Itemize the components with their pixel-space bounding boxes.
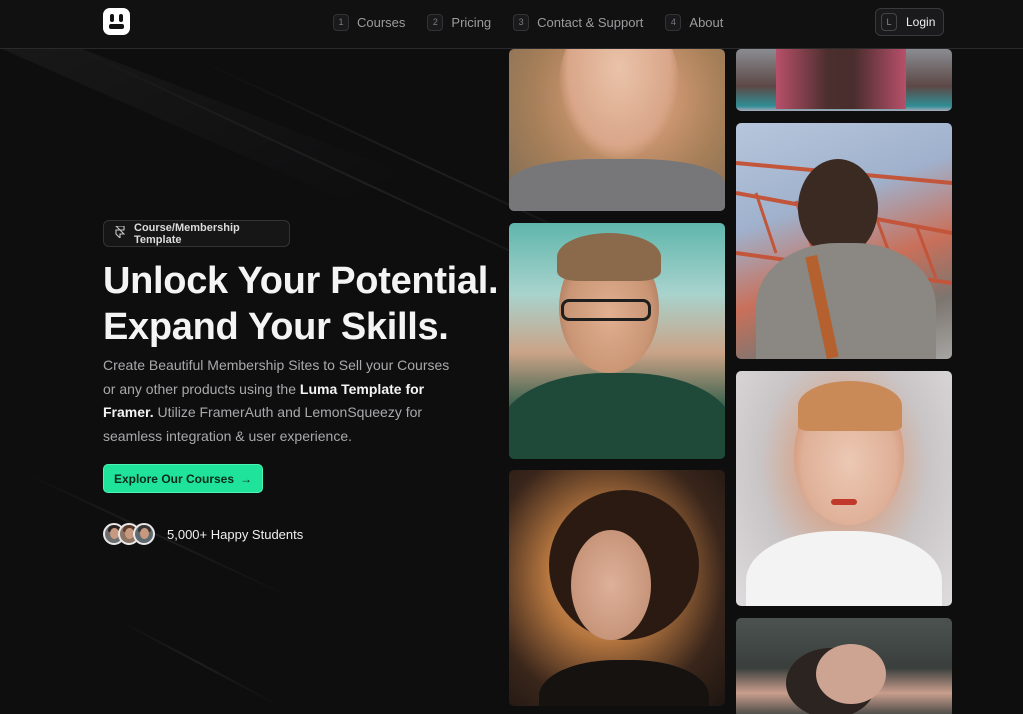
photo-man-on-bridge bbox=[736, 123, 952, 359]
hero-description: Create Beautiful Membership Sites to Sel… bbox=[103, 354, 463, 448]
students-count-label: 5,000+ Happy Students bbox=[167, 526, 304, 542]
avatar bbox=[133, 523, 155, 545]
login-label: Login bbox=[906, 15, 936, 29]
top-navbar: 1 Courses 2 Pricing 3 Contact & Support … bbox=[0, 0, 1023, 49]
login-button[interactable]: L Login bbox=[875, 8, 944, 36]
nav-item-about[interactable]: 4 About bbox=[665, 12, 723, 32]
nav-label: Courses bbox=[357, 14, 406, 30]
photo-person-cropped bbox=[736, 49, 952, 111]
nav-number: 2 bbox=[427, 13, 444, 31]
template-badge: Course/Membership Template bbox=[103, 220, 290, 247]
logo-icon[interactable] bbox=[103, 8, 130, 35]
badge-label: Course/Membership Template bbox=[134, 221, 240, 246]
nav-number: 4 bbox=[665, 13, 682, 31]
nav-label: Contact & Support bbox=[537, 14, 644, 30]
hero-title: Unlock Your Potential. Expand Your Skill… bbox=[103, 258, 523, 350]
photo-redhead-woman bbox=[736, 371, 952, 606]
nav-item-courses[interactable]: 1 Courses bbox=[333, 12, 405, 32]
explore-courses-button[interactable]: Explore Our Courses → bbox=[103, 464, 263, 493]
main-menu: 1 Courses 2 Pricing 3 Contact & Support … bbox=[333, 12, 723, 32]
login-shortcut-key: L bbox=[881, 13, 897, 31]
photo-man-with-glasses bbox=[509, 223, 725, 459]
hero-title-line2: Expand Your Skills. bbox=[103, 306, 449, 348]
happy-students: 5,000+ Happy Students bbox=[103, 523, 303, 545]
student-avatars bbox=[103, 523, 155, 545]
arrow-right-icon: → bbox=[240, 471, 253, 486]
cta-label: Explore Our Courses bbox=[113, 471, 235, 486]
photo-man-looking-up bbox=[736, 618, 952, 714]
nav-item-contact[interactable]: 3 Contact & Support bbox=[513, 12, 643, 32]
nav-number: 1 bbox=[333, 13, 349, 31]
photo-blonde-woman-smiling bbox=[509, 49, 725, 211]
photo-curly-hair-woman bbox=[509, 470, 725, 706]
nav-item-pricing[interactable]: 2 Pricing bbox=[427, 12, 491, 32]
nav-number: 3 bbox=[513, 13, 530, 31]
hero-title-line1: Unlock Your Potential. bbox=[103, 260, 499, 302]
nav-label: Pricing bbox=[451, 14, 492, 30]
nav-label: About bbox=[689, 14, 724, 30]
framer-icon bbox=[114, 225, 126, 241]
